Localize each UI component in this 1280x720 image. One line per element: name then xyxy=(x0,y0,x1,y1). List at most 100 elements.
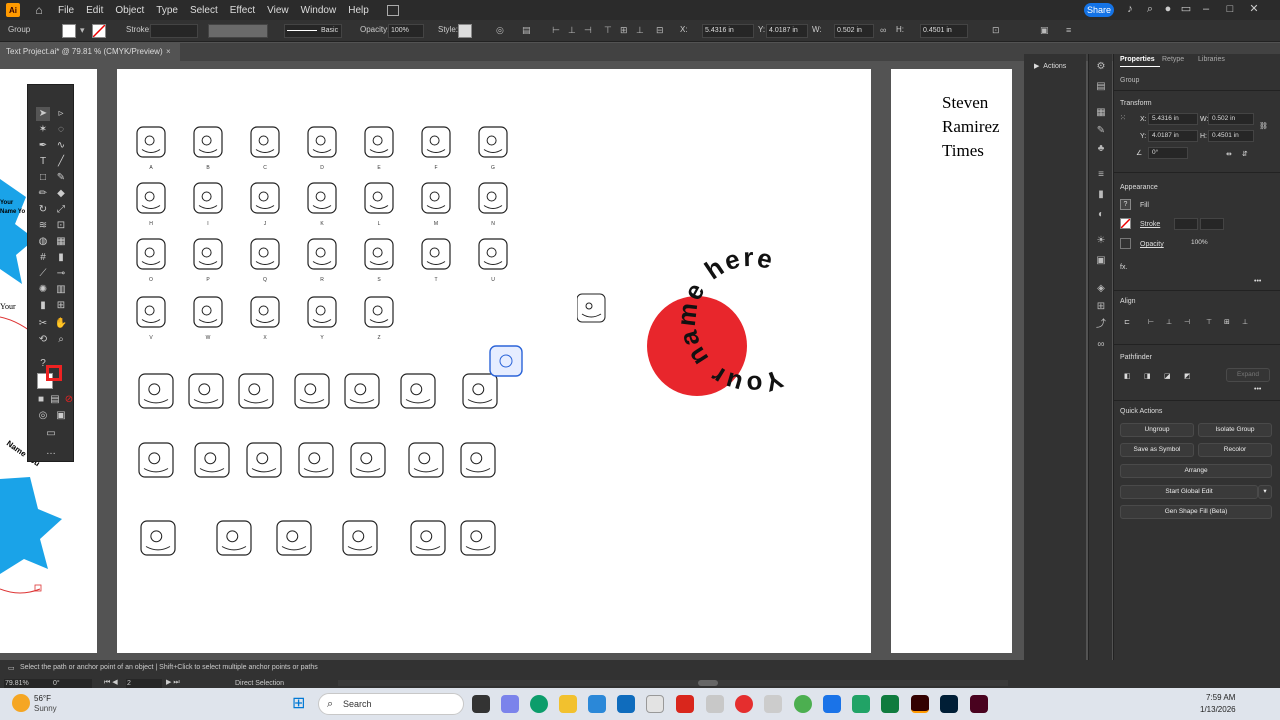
day-sign-glyph-0-3[interactable] xyxy=(294,373,330,409)
windows-start-icon[interactable]: ⊞ xyxy=(292,696,305,712)
chrome-icon[interactable] xyxy=(794,695,812,713)
curvature-tool-icon[interactable]: ∿ xyxy=(54,139,68,153)
brush-definition-field[interactable]: Basic xyxy=(284,24,342,38)
y-field[interactable]: 4.0187 in xyxy=(766,24,808,38)
day-sign-glyph-2-4[interactable] xyxy=(410,520,446,556)
glyph-n[interactable]: N xyxy=(478,182,508,227)
distribute-icon[interactable]: ⊟ xyxy=(656,25,666,35)
blend-tool-icon[interactable]: ⊸ xyxy=(54,267,68,281)
menu-view[interactable]: View xyxy=(267,5,289,16)
align-bottom-icon[interactable]: ⊥ xyxy=(636,25,646,35)
selected-blue-glyph[interactable] xyxy=(489,345,523,377)
glyph-p[interactable]: P xyxy=(193,238,223,283)
taskbar-search[interactable]: ⌕ Search xyxy=(318,693,464,715)
stroke-weight-stepper[interactable] xyxy=(1174,218,1198,230)
notifications-icon[interactable]: ♪ xyxy=(1124,3,1136,15)
links-panel-icon[interactable]: ∞ xyxy=(1094,338,1108,352)
align-vcenter-icon[interactable]: ⊞ xyxy=(1224,318,1230,326)
fx-icon[interactable]: fx. xyxy=(1120,264,1127,271)
slice-tool-icon[interactable]: ✂ xyxy=(36,317,50,331)
stroke-color-icon[interactable] xyxy=(46,365,62,381)
minus-front-icon[interactable]: ◨ xyxy=(1144,372,1151,380)
share-button[interactable]: Share xyxy=(1084,3,1114,17)
excel-icon[interactable] xyxy=(852,695,870,713)
illustrator-taskbar-icon[interactable] xyxy=(911,695,929,713)
bar-chart-icon[interactable]: ▮ xyxy=(36,299,50,313)
glyph-z[interactable]: Z xyxy=(364,296,394,341)
intersect-icon[interactable]: ◪ xyxy=(1164,372,1171,380)
menu-type[interactable]: Type xyxy=(156,5,178,16)
w-field[interactable]: 0.502 in xyxy=(834,24,874,38)
day-sign-glyph-1-4[interactable] xyxy=(350,442,386,478)
maximize-icon[interactable]: □ xyxy=(1224,3,1236,15)
tab-libraries[interactable]: Libraries xyxy=(1198,56,1225,63)
graphic-styles-icon[interactable]: ▣ xyxy=(1094,254,1108,268)
globe-icon[interactable]: ◎ xyxy=(496,25,506,35)
free-transform-icon[interactable]: ⊡ xyxy=(54,219,68,233)
stroke-swatch[interactable] xyxy=(92,24,106,38)
acrobat-icon[interactable] xyxy=(676,695,694,713)
width-tool-icon[interactable]: ≋ xyxy=(36,219,50,233)
day-sign-glyph-1-5[interactable] xyxy=(408,442,444,478)
paintbrush-icon[interactable]: ✎ xyxy=(54,171,68,185)
isolate-icon[interactable]: ▣ xyxy=(1040,25,1050,35)
props-h-field[interactable]: 0.4501 in xyxy=(1208,130,1254,142)
file-explorer-icon[interactable] xyxy=(559,695,577,713)
stroke-weight-field[interactable] xyxy=(150,24,198,38)
menu-effect[interactable]: Effect xyxy=(230,5,255,16)
h-field[interactable]: 0.4501 in xyxy=(920,24,968,38)
day-sign-glyph-1-1[interactable] xyxy=(194,442,230,478)
type-tool-icon[interactable]: T xyxy=(36,155,50,169)
chevron-down-icon[interactable]: ▾ xyxy=(80,25,90,35)
appearance-panel-icon[interactable]: ☀ xyxy=(1094,234,1108,248)
align-bottom-icon[interactable]: ⊥ xyxy=(1242,318,1248,326)
indesign-icon[interactable] xyxy=(970,695,988,713)
panel-menu-icon[interactable]: ≡ xyxy=(1066,25,1076,35)
glyph-x[interactable]: X xyxy=(250,296,280,341)
start-global-edit-button[interactable]: Start Global Edit xyxy=(1120,485,1258,499)
color-mode-icon[interactable]: ■ xyxy=(34,393,48,407)
artboard-right[interactable]: Steven Ramirez Times xyxy=(891,69,1012,653)
align-center-icon[interactable]: ⊥ xyxy=(568,25,578,35)
pdf-app-icon[interactable] xyxy=(735,695,753,713)
align-top-icon[interactable]: ⊤ xyxy=(1206,318,1212,326)
gradient-panel-icon[interactable]: ▮ xyxy=(1094,188,1108,202)
menu-file[interactable]: File xyxy=(58,5,74,16)
workspace-icon[interactable]: ▭ xyxy=(1180,3,1192,15)
selected-glyph-icon[interactable] xyxy=(577,293,606,323)
day-sign-glyph-1-3[interactable] xyxy=(298,442,334,478)
scale-tool-icon[interactable]: ⤢ xyxy=(54,203,68,217)
glyph-k[interactable]: K xyxy=(307,182,337,227)
calendar-icon[interactable] xyxy=(706,695,724,713)
arrange-button[interactable]: Arrange xyxy=(1120,464,1272,478)
media-player-icon[interactable] xyxy=(646,695,664,713)
exclude-icon[interactable]: ◩ xyxy=(1184,372,1191,380)
more-tools-icon[interactable]: … xyxy=(44,445,58,459)
glyph-a[interactable]: A xyxy=(136,126,166,171)
opacity-label[interactable]: Opacity xyxy=(1140,241,1164,248)
selection-tool-icon[interactable]: ➤ xyxy=(36,107,50,121)
day-sign-glyph-0-5[interactable] xyxy=(400,373,436,409)
align-left-icon[interactable]: ⊢ xyxy=(1148,318,1154,326)
unite-icon[interactable]: ◧ xyxy=(1124,372,1131,380)
paint-icon[interactable] xyxy=(764,695,782,713)
day-sign-glyph-2-0[interactable] xyxy=(140,520,176,556)
flip-vertical-icon[interactable]: ⇵ xyxy=(1242,150,1248,158)
canvas-area[interactable]: Your Your Name Yo Name You ABCDEFGHIJKLM… xyxy=(0,61,1012,662)
save-as-symbol-button[interactable]: Save as Symbol xyxy=(1120,443,1194,457)
day-sign-glyph-1-2[interactable] xyxy=(246,442,282,478)
align-hcenter-icon[interactable]: ⊥ xyxy=(1166,318,1172,326)
pen-tool-icon[interactable]: ✒ xyxy=(36,139,50,153)
arrange-documents-icon[interactable] xyxy=(386,4,399,16)
libraries-panel-icon[interactable]: ▤ xyxy=(1094,80,1108,94)
close-icon[interactable]: ✕ xyxy=(1248,3,1260,15)
opacity-field[interactable]: 100% xyxy=(1188,238,1212,250)
expand-button[interactable]: Expand xyxy=(1226,368,1270,382)
day-sign-glyph-2-1[interactable] xyxy=(216,520,252,556)
glyph-d[interactable]: D xyxy=(307,126,337,171)
draw-mode-icon[interactable]: ◎ xyxy=(36,409,50,423)
reference-point-icon[interactable]: ⁙ xyxy=(1120,114,1126,122)
hand-tool-icon[interactable]: ✋ xyxy=(54,317,68,331)
global-edit-options-icon[interactable]: ▾ xyxy=(1258,485,1272,499)
shape-builder-icon[interactable]: ◍ xyxy=(36,235,50,249)
